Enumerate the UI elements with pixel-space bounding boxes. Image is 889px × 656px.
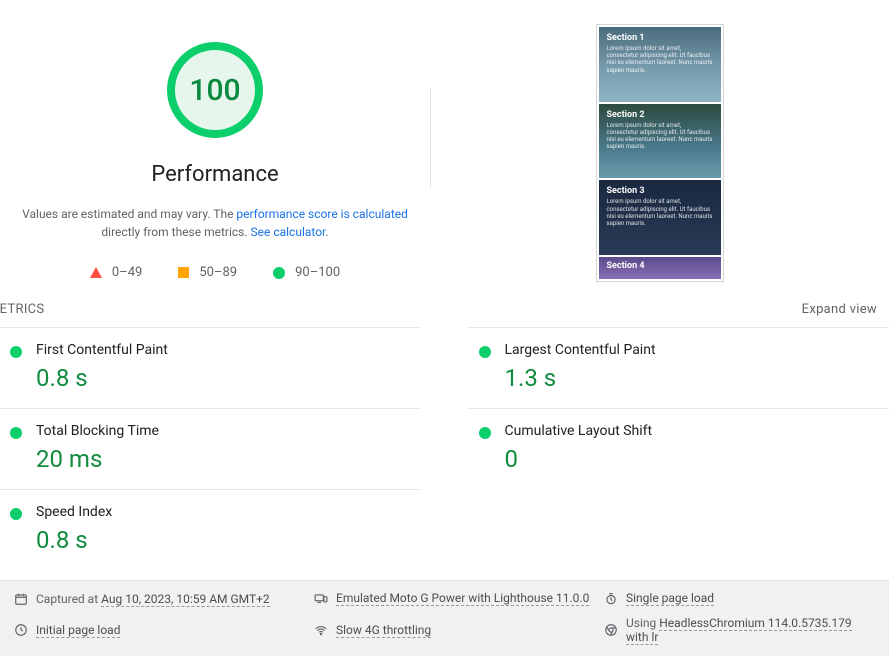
metrics-grid: First Contentful Paint 0.8 s Largest Con… — [0, 327, 889, 570]
metric-si[interactable]: Speed Index 0.8 s — [0, 489, 421, 570]
vertical-divider — [430, 88, 431, 188]
chrome-icon — [604, 623, 618, 637]
scale-fail-label: 0–49 — [112, 265, 142, 280]
thumb-s3-text: Lorem ipsum dolor sit amet, consectetur … — [607, 198, 713, 227]
expand-view-toggle[interactable]: Expand view — [802, 302, 877, 317]
pass-dot-icon — [479, 427, 491, 439]
scale-fail: 0–49 — [90, 265, 142, 280]
circle-green-icon — [273, 267, 285, 279]
triangle-red-icon — [90, 267, 102, 278]
metric-name: Total Blocking Time — [36, 423, 411, 439]
thumb-section-1: Section 1 Lorem ipsum dolor sit amet, co… — [599, 27, 721, 102]
square-orange-icon — [178, 267, 189, 278]
metric-value: 0.8 s — [36, 364, 411, 392]
metric-body: Cumulative Layout Shift 0 — [505, 423, 880, 473]
scale-pass-label: 90–100 — [295, 265, 340, 280]
timer-icon — [604, 592, 618, 606]
performance-score: 100 — [189, 73, 240, 108]
see-calculator-link[interactable]: See calculator — [251, 225, 326, 239]
score-scale: 0–49 50–89 90–100 — [90, 265, 340, 280]
score-calc-link[interactable]: performance score is calculated — [236, 207, 407, 221]
gauge-column: 100 Performance Values are estimated and… — [0, 20, 430, 282]
pass-dot-icon — [10, 346, 22, 358]
env-initial-load: Initial page load — [14, 616, 314, 644]
env-captured-text: Captured at Aug 10, 2023, 10:59 AM GMT+2 — [36, 592, 270, 606]
env-single-page: Single page load — [604, 591, 875, 606]
scale-avg-label: 50–89 — [199, 265, 237, 280]
metric-name: Speed Index — [36, 504, 411, 520]
page-screenshot-thumbnail: Section 1 Lorem ipsum dolor sit amet, co… — [596, 24, 724, 282]
env-browser: Using HeadlessChromium 114.0.5735.179 wi… — [604, 616, 875, 644]
metric-value: 1.3 s — [505, 364, 880, 392]
throttling[interactable]: Slow 4G throttling — [336, 623, 431, 638]
metric-tbt[interactable]: Total Blocking Time 20 ms — [0, 408, 421, 489]
metric-value: 0.8 s — [36, 526, 411, 554]
metrics-header: METRICS Expand view — [0, 302, 889, 327]
metric-fcp[interactable]: First Contentful Paint 0.8 s — [0, 327, 421, 408]
thumb-section-2: Section 2 Lorem ipsum dolor sit amet, co… — [599, 104, 721, 179]
screenshot-column: Section 1 Lorem ipsum dolor sit amet, co… — [430, 20, 889, 282]
environment-footer: Captured at Aug 10, 2023, 10:59 AM GMT+2… — [0, 580, 889, 656]
emulated-device[interactable]: Emulated Moto G Power with Lighthouse 11… — [336, 591, 589, 606]
single-page-load[interactable]: Single page load — [626, 591, 714, 606]
calendar-icon — [14, 592, 28, 606]
metric-name: Cumulative Layout Shift — [505, 423, 880, 439]
env-captured-at: Captured at Aug 10, 2023, 10:59 AM GMT+2 — [14, 591, 314, 606]
thumb-s1-text: Lorem ipsum dolor sit amet, consectetur … — [607, 45, 713, 74]
metric-body: Largest Contentful Paint 1.3 s — [505, 342, 880, 392]
network-icon — [314, 623, 328, 637]
thumb-s3-title: Section 3 — [607, 186, 713, 196]
disclaimer-text: Values are estimated and may vary. The p… — [0, 205, 430, 241]
gauge-wrap: 100 — [155, 30, 275, 150]
initial-page-load[interactable]: Initial page load — [36, 623, 120, 638]
env-throttling: Slow 4G throttling — [314, 616, 604, 644]
captured-timestamp[interactable]: Aug 10, 2023, 10:59 AM GMT+2 — [101, 592, 270, 607]
metric-value: 0 — [505, 445, 880, 473]
scale-average: 50–89 — [178, 265, 237, 280]
thumb-s2-title: Section 2 — [607, 110, 713, 120]
header-area: 100 Performance Values are estimated and… — [0, 0, 889, 302]
performance-gauge: 100 — [167, 42, 263, 138]
thumb-section-3: Section 3 Lorem ipsum dolor sit amet, co… — [599, 180, 721, 255]
disclaimer-prefix: Values are estimated and may vary. The — [22, 207, 236, 221]
thumb-s2-text: Lorem ipsum dolor sit amet, consectetur … — [607, 122, 713, 151]
pass-dot-icon — [10, 508, 22, 520]
disclaimer-suffix: . — [325, 225, 328, 239]
metric-cls[interactable]: Cumulative Layout Shift 0 — [467, 408, 889, 489]
metric-name: First Contentful Paint — [36, 342, 411, 358]
metric-name: Largest Contentful Paint — [505, 342, 880, 358]
devices-icon — [314, 592, 328, 606]
thumb-section-4: Section 4 — [599, 257, 721, 279]
clock-icon — [14, 623, 28, 637]
disclaimer-mid: directly from these metrics. — [101, 225, 250, 239]
thumb-s1-title: Section 1 — [607, 33, 713, 43]
metrics-title: METRICS — [0, 302, 44, 317]
env-device: Emulated Moto G Power with Lighthouse 11… — [314, 591, 604, 606]
scale-pass: 90–100 — [273, 265, 340, 280]
metric-value: 20 ms — [36, 445, 411, 473]
thumb-s4-title: Section 4 — [607, 261, 713, 271]
metric-body: First Contentful Paint 0.8 s — [36, 342, 411, 392]
pass-dot-icon — [479, 346, 491, 358]
pass-dot-icon — [10, 427, 22, 439]
metric-body: Total Blocking Time 20 ms — [36, 423, 411, 473]
env-browser-text: Using HeadlessChromium 114.0.5735.179 wi… — [626, 616, 875, 644]
metric-body: Speed Index 0.8 s — [36, 504, 411, 554]
metric-lcp[interactable]: Largest Contentful Paint 1.3 s — [467, 327, 889, 408]
gauge-label: Performance — [151, 162, 278, 187]
